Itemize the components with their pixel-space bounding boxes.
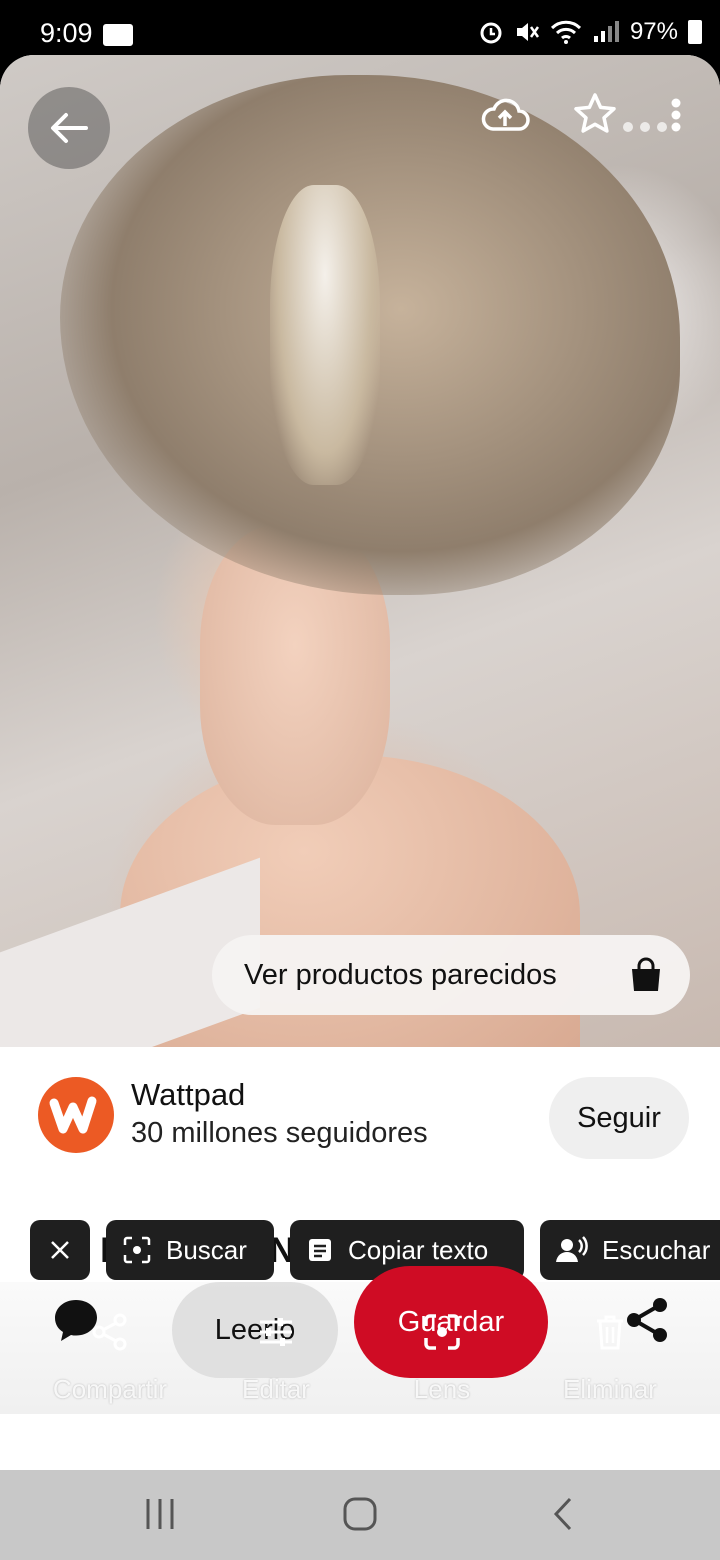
- screenshot-lens-tool[interactable]: Lens: [362, 1312, 522, 1404]
- back-button[interactable]: [28, 87, 110, 169]
- more-dots-icon: [623, 98, 681, 132]
- system-navigation-bar: [0, 1470, 720, 1560]
- home-icon[interactable]: [342, 1496, 378, 1532]
- edit-tool-label: Editar: [242, 1374, 310, 1404]
- favorite-button[interactable]: [572, 91, 618, 137]
- search-chip[interactable]: Buscar: [106, 1220, 274, 1280]
- shopping-bag-icon: [632, 957, 660, 991]
- follow-button[interactable]: Seguir: [549, 1077, 689, 1159]
- status-icons: 97%: [478, 18, 702, 46]
- star-icon: [574, 93, 616, 133]
- wattpad-w-icon: [49, 1096, 97, 1134]
- back-nav-icon[interactable]: [548, 1496, 578, 1532]
- document-icon: [309, 1239, 331, 1261]
- recent-apps-icon[interactable]: [142, 1496, 178, 1532]
- similar-products-label: Ver productos parecidos: [244, 958, 557, 991]
- pin-image[interactable]: Ver productos parecidos: [0, 55, 720, 1103]
- trash-icon: [597, 1315, 623, 1350]
- action-bar: Leerlo Guardar Compartir Editar Lens Eli…: [0, 1266, 720, 1414]
- screenshot-share-tool[interactable]: Compartir: [30, 1312, 190, 1404]
- share-outline-icon: [92, 1313, 127, 1351]
- screenshot-edit-tool[interactable]: Editar: [196, 1312, 356, 1404]
- status-time: 9:09: [40, 18, 93, 48]
- alarm-icon: [480, 22, 502, 44]
- more-options-button[interactable]: [618, 97, 688, 137]
- battery-percent: 97%: [629, 18, 678, 45]
- mute-icon: [516, 23, 539, 41]
- signal-icon: [593, 21, 619, 42]
- share-tool-label: Compartir: [52, 1374, 168, 1404]
- upload-button[interactable]: [480, 95, 530, 135]
- wattpad-logo[interactable]: [38, 1077, 114, 1153]
- search-chip-label: Buscar: [166, 1234, 247, 1265]
- lens-tool-label: Lens: [413, 1374, 471, 1404]
- speaker-person-icon: [556, 1236, 588, 1262]
- listen-chip-label: Escuchar: [602, 1234, 711, 1265]
- creator-name[interactable]: Wattpad: [131, 1077, 245, 1113]
- copy-text-chip-label: Copiar texto: [348, 1234, 489, 1265]
- lens-search-icon: [123, 1236, 151, 1264]
- gallery-notification-icon: [103, 24, 133, 46]
- wifi-icon: [550, 20, 582, 44]
- screenshot-delete-tool[interactable]: Eliminar: [530, 1312, 690, 1404]
- lens-icon: [424, 1314, 460, 1350]
- delete-tool-label: Eliminar: [563, 1374, 657, 1404]
- close-chips-button[interactable]: [30, 1220, 90, 1280]
- close-icon: [51, 1241, 69, 1259]
- creator-followers: 30 millones seguidores: [131, 1117, 428, 1149]
- similar-products-button[interactable]: Ver productos parecidos: [212, 935, 690, 1015]
- listen-chip[interactable]: Escuchar: [540, 1220, 720, 1280]
- cloud-upload-icon: [481, 98, 530, 131]
- lens-chips: Buscar Copiar texto Escuchar: [0, 1220, 720, 1282]
- battery-icon: [688, 20, 702, 44]
- sliders-icon: [260, 1318, 292, 1346]
- arrow-left-icon: [51, 113, 88, 143]
